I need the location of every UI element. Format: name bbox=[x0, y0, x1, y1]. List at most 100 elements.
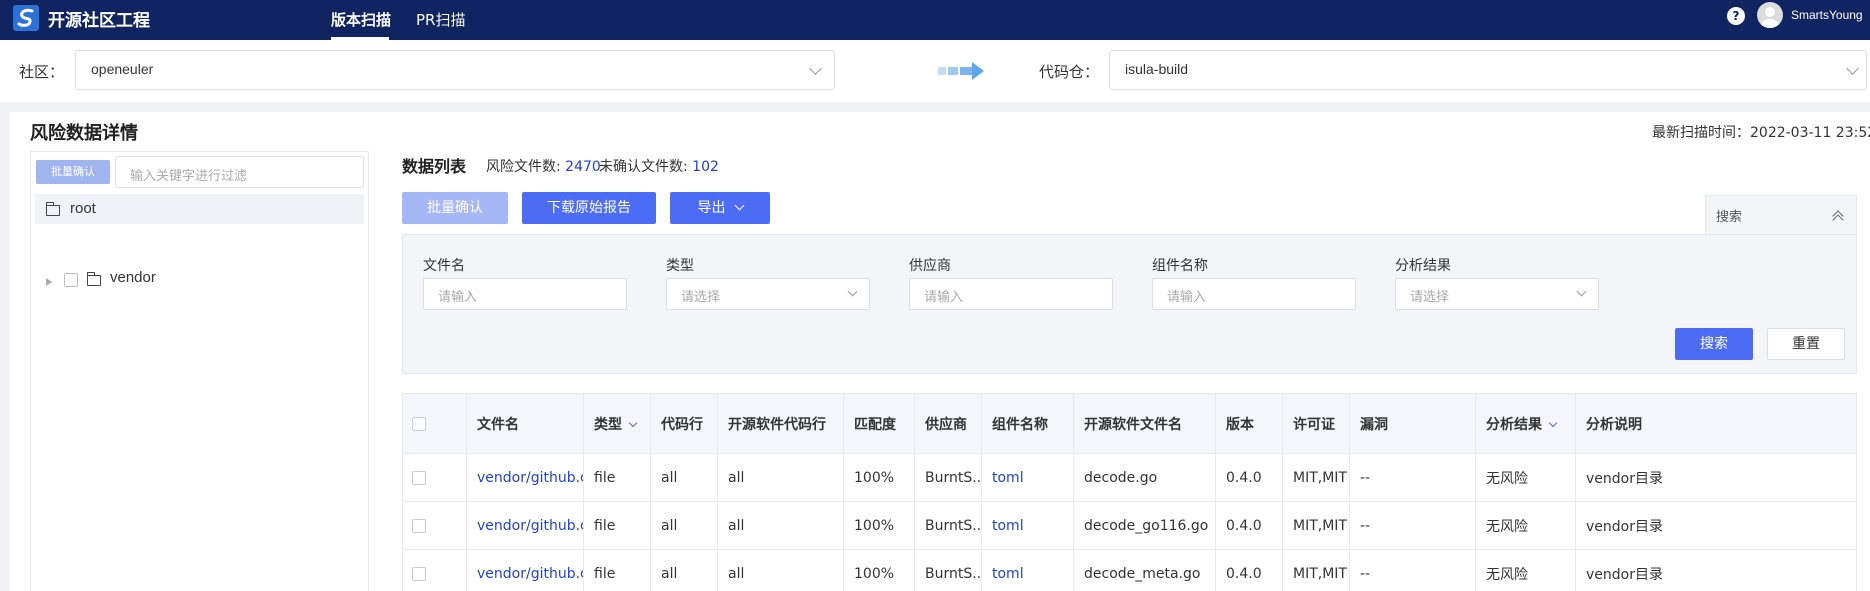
cell-match-text: 100% bbox=[854, 517, 895, 534]
cell-type: file bbox=[584, 550, 651, 591]
select-all-checkbox[interactable] bbox=[412, 416, 426, 431]
help-icon[interactable]: ? bbox=[1727, 7, 1745, 25]
community-select[interactable]: openeuler bbox=[75, 50, 835, 90]
table-row: vendor/github.co... file all all 100% Bu… bbox=[403, 454, 1856, 502]
row-select-cell bbox=[403, 550, 467, 591]
component-filter-label: 组件名称 bbox=[1152, 258, 1208, 274]
batch-confirm-button[interactable]: 批量确认 bbox=[402, 192, 508, 224]
data-list-title: 数据列表 bbox=[402, 157, 467, 176]
component-link[interactable]: toml bbox=[992, 566, 1024, 582]
file-link[interactable]: vendor/github.co... bbox=[477, 470, 583, 486]
cell-note-text: vendor目录 bbox=[1586, 470, 1663, 487]
export-label: 导出 bbox=[697, 200, 726, 216]
cell-match-text: 100% bbox=[854, 565, 895, 582]
header-match-label: 匹配度 bbox=[854, 416, 896, 433]
table-row: vendor/github.co... file all all 100% Bu… bbox=[403, 550, 1856, 591]
row-checkbox[interactable] bbox=[412, 518, 426, 533]
cell-lines-text: all bbox=[661, 517, 678, 534]
header-oss-lines-label: 开源软件代码行 bbox=[728, 416, 826, 433]
chevron-down-icon bbox=[1548, 418, 1558, 427]
community-label: 社区： bbox=[19, 63, 65, 81]
cell-license-text: MIT,MIT bbox=[1293, 469, 1347, 486]
header-type[interactable]: 类型 bbox=[584, 394, 651, 453]
cell-oss-lines: all bbox=[718, 502, 844, 549]
filename-filter-input[interactable]: 请输入 bbox=[423, 278, 627, 310]
cell-lines-text: all bbox=[661, 469, 678, 486]
flow-arrow-icon bbox=[938, 62, 984, 84]
result-filter-select[interactable]: 请选择 bbox=[1395, 278, 1599, 310]
component-link[interactable]: toml bbox=[992, 470, 1024, 486]
export-dropdown-button[interactable]: 导出 bbox=[670, 192, 770, 224]
top-navbar: 开源社区工程 版本扫描 PR扫描 ? SmartsYoung bbox=[0, 0, 1870, 40]
header-note-label: 分析说明 bbox=[1586, 416, 1642, 433]
search-button[interactable]: 搜索 bbox=[1675, 328, 1753, 360]
cell-vendor: BurntS... bbox=[915, 502, 982, 549]
header-version: 版本 bbox=[1216, 394, 1283, 453]
brand-logo-icon[interactable] bbox=[13, 5, 39, 31]
nav-version-scan[interactable]: 版本扫描 bbox=[331, 9, 391, 30]
user-name[interactable]: SmartsYoung bbox=[1791, 8, 1863, 22]
file-link[interactable]: vendor/github.co... bbox=[477, 518, 583, 534]
cell-note: vendor目录 bbox=[1576, 502, 1856, 549]
header-vuln: 漏洞 bbox=[1350, 394, 1476, 453]
unconfirmed-count-value: 102 bbox=[692, 159, 719, 175]
cell-result: 无风险 bbox=[1476, 550, 1576, 591]
cell-lines-text: all bbox=[661, 565, 678, 582]
chevron-down-icon bbox=[809, 62, 822, 75]
repo-label: 代码仓： bbox=[1039, 63, 1100, 81]
component-placeholder: 请输入 bbox=[1167, 290, 1207, 305]
component-filter-input[interactable]: 请输入 bbox=[1152, 278, 1356, 310]
cell-vendor: BurntS... bbox=[915, 550, 982, 591]
user-avatar[interactable] bbox=[1757, 2, 1783, 28]
caret-right-icon[interactable] bbox=[46, 278, 52, 286]
header-oss-file: 开源软件文件名 bbox=[1074, 394, 1216, 453]
cell-version-text: 0.4.0 bbox=[1226, 517, 1262, 534]
cell-vendor: BurntS... bbox=[915, 454, 982, 501]
header-vendor-label: 供应商 bbox=[925, 416, 967, 433]
vendor-placeholder: 请输入 bbox=[924, 290, 964, 305]
tree-batch-confirm-button[interactable]: 批量确认 bbox=[36, 160, 110, 184]
reset-button[interactable]: 重置 bbox=[1767, 328, 1845, 360]
row-checkbox[interactable] bbox=[412, 470, 426, 485]
unconfirmed-file-count: 未确认文件数: 102 bbox=[599, 156, 719, 176]
result-placeholder: 请选择 bbox=[1410, 290, 1450, 305]
nav-pr-scan[interactable]: PR扫描 bbox=[416, 9, 465, 30]
header-component-label: 组件名称 bbox=[992, 416, 1048, 433]
tree-node-root[interactable]: root bbox=[35, 194, 364, 224]
cell-result: 无风险 bbox=[1476, 454, 1576, 501]
search-panel-toggle[interactable]: 搜索 bbox=[1705, 195, 1857, 235]
header-license-label: 许可证 bbox=[1293, 416, 1335, 433]
cell-match-text: 100% bbox=[854, 469, 895, 486]
tree-node-checkbox[interactable] bbox=[64, 273, 78, 287]
component-link[interactable]: toml bbox=[992, 518, 1024, 534]
cell-vuln: -- bbox=[1350, 454, 1476, 501]
download-report-button[interactable]: 下载原始报告 bbox=[522, 192, 656, 224]
cell-version-text: 0.4.0 bbox=[1226, 565, 1262, 582]
cell-oss-lines-text: all bbox=[728, 469, 745, 486]
result-filter-label: 分析结果 bbox=[1395, 258, 1451, 274]
filename-placeholder: 请输入 bbox=[438, 290, 478, 305]
cell-match: 100% bbox=[844, 550, 915, 591]
cell-oss-lines: all bbox=[718, 550, 844, 591]
tree-filter-input[interactable]: 输入关键字进行过滤 bbox=[115, 156, 364, 188]
vendor-filter-input[interactable]: 请输入 bbox=[909, 278, 1113, 310]
type-filter-select[interactable]: 请选择 bbox=[666, 278, 870, 310]
cell-license: MIT,MIT bbox=[1283, 502, 1350, 549]
risk-file-count-label: 风险文件数: bbox=[486, 159, 561, 175]
header-component: 组件名称 bbox=[982, 394, 1074, 453]
header-type-label: 类型 bbox=[594, 414, 638, 434]
file-link[interactable]: vendor/github.co... bbox=[477, 566, 583, 582]
cell-version: 0.4.0 bbox=[1216, 454, 1283, 501]
cell-note-text: vendor目录 bbox=[1586, 566, 1663, 583]
header-filename: 文件名 bbox=[467, 394, 584, 453]
cell-version: 0.4.0 bbox=[1216, 502, 1283, 549]
chevron-down-icon bbox=[847, 286, 858, 297]
unconfirmed-count-label: 未确认文件数: bbox=[599, 159, 688, 175]
row-checkbox[interactable] bbox=[412, 566, 426, 581]
header-result[interactable]: 分析结果 bbox=[1476, 394, 1576, 453]
cell-type-text: file bbox=[594, 517, 616, 534]
cell-vendor-text: BurntS... bbox=[925, 565, 982, 582]
repo-select[interactable]: isula-build bbox=[1109, 50, 1867, 90]
header-result-label: 分析结果 bbox=[1486, 414, 1558, 434]
brand-title: 开源社区工程 bbox=[48, 11, 150, 31]
